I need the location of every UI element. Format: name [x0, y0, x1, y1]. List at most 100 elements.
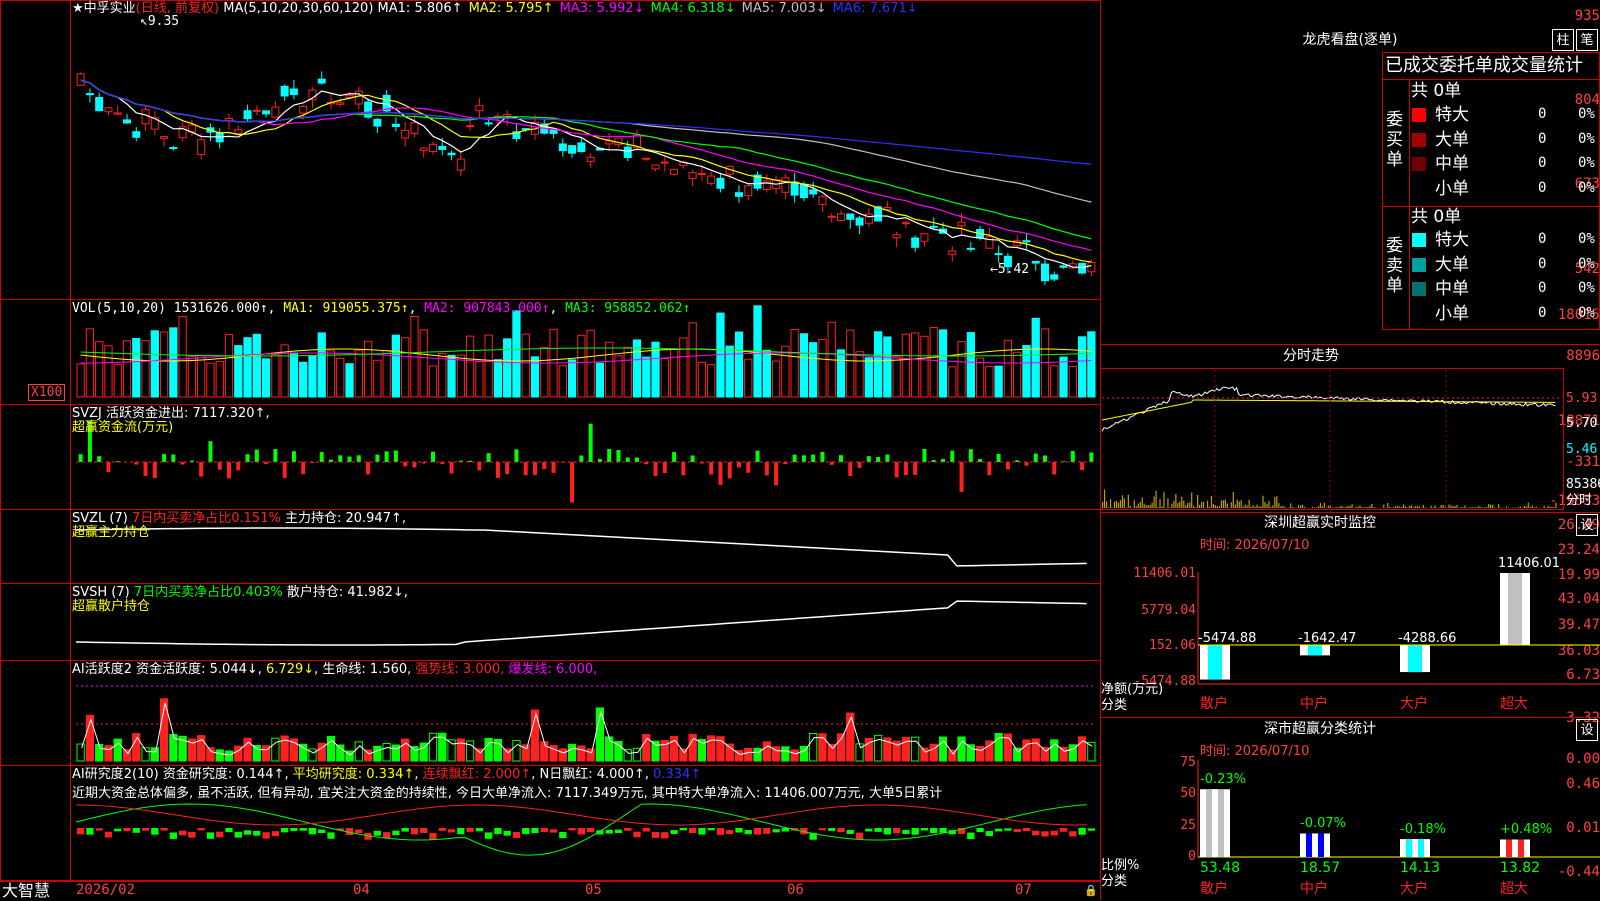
lhb-title: 龙虎看盘(逐单) [1100, 33, 1600, 48]
order-count: 0 [1538, 306, 1546, 321]
lock-icon[interactable]: 🔒 [1084, 883, 1098, 898]
order-color-swatch [1412, 258, 1426, 272]
buy-orders-label: 委买单 [1386, 110, 1404, 170]
fenshi-frame[interactable] [1100, 368, 1564, 510]
order-count: 0 [1538, 107, 1546, 122]
svzj-sub: 超赢资金流(万元) [72, 420, 173, 435]
monitor-axis-0: 11406.01 [1120, 566, 1196, 581]
class-category: 散户 [1200, 882, 1228, 897]
sell-total: 共 0单 [1411, 207, 1461, 227]
ai1-lifeline: 生命线: 1.560, [322, 662, 411, 677]
fenshi-title: 分时走势 [1100, 349, 1522, 364]
class-axis-1: 50 [1160, 786, 1196, 801]
lhb-header-line [1382, 79, 1600, 80]
svsh-header: SVSH (7) 7日内买卖净占比0.403% 散户持仓: 41.982↓, [72, 585, 408, 600]
fenshi-axis-top: 5.93 [1566, 391, 1597, 406]
class-ylabel: 比例% [1101, 858, 1139, 873]
order-color-swatch [1412, 233, 1426, 247]
svzl-header: SVZL (7) 7日内买卖净占比0.151% 主力持仓: 20.947↑, [72, 511, 406, 526]
class-value: 13.82 [1500, 861, 1540, 876]
volume-bars [77, 306, 1095, 397]
ai1-burst: 爆发线: 6.000, [508, 662, 597, 677]
date-apr: 04 [353, 883, 370, 898]
ma-line [81, 80, 1092, 202]
order-color-swatch [1412, 133, 1426, 147]
monitor-bar [1500, 573, 1530, 645]
retail-hold-line [76, 601, 1087, 645]
class-bar [1300, 833, 1330, 857]
svsh-ratio: 7日内买卖净占比0.403% [134, 585, 283, 600]
order-color-swatch [1412, 157, 1426, 171]
vol-value: 1531626.000↑ [174, 301, 268, 316]
vol-ma1: MA1: 919055.375↑ [283, 301, 408, 316]
chart-canvas [0, 0, 1101, 900]
order-pct: 0% [1578, 281, 1595, 296]
monitor-ylabel: 净额(万元) [1101, 682, 1163, 697]
order-type-label: 特大 [1435, 229, 1469, 251]
order-count: 0 [1538, 156, 1546, 171]
monitor-settings-button[interactable]: 设 [1576, 514, 1598, 536]
monitor-category: 散户 [1200, 697, 1228, 712]
order-type-label: 小单 [1435, 303, 1469, 325]
class-axis-2: 25 [1160, 818, 1196, 833]
order-color-swatch [1412, 108, 1426, 122]
ai1-strong: 强势线: 3.000, [415, 662, 504, 677]
class-settings-button[interactable]: 设 [1576, 719, 1598, 741]
order-pct: 0% [1578, 107, 1595, 122]
monitor-top-line [1100, 512, 1600, 513]
monitor-xlabel: 分类 [1101, 698, 1127, 713]
monitor-axis-1: 5779.04 [1120, 603, 1196, 618]
order-type-label: 特大 [1435, 104, 1469, 126]
ai2-axis-bot: -0.44 [1534, 864, 1600, 880]
order-pct: 0% [1578, 232, 1595, 247]
research-bars [77, 828, 1095, 840]
ai2-axis-top: 0.46 [1534, 776, 1600, 792]
ma-line [81, 80, 1092, 250]
order-count: 0 [1538, 232, 1546, 247]
brand-label: 大智慧 [2, 882, 50, 900]
ai2-research: 资金研究度: 0.144↑ [163, 767, 285, 782]
svsh-sub: 超赢散户持仓 [72, 599, 150, 614]
class-change: -0.07% [1300, 816, 1346, 831]
monitor-time: 时间: 2026/07/10 [1200, 538, 1309, 553]
ai2-comment: 近期大资金总体偏多, 虽不活跃, 但有异动, 宜关注大资金的持续性, 今日大单净… [72, 786, 1100, 801]
order-pct: 0% [1578, 156, 1595, 171]
high-marker: ↖9.35 [140, 14, 179, 29]
vol-unit[interactable]: X100 [28, 384, 65, 401]
monitor-bar [1300, 645, 1330, 655]
order-type-label: 中单 [1435, 153, 1469, 175]
order-count: 0 [1538, 181, 1546, 196]
order-count: 0 [1538, 132, 1546, 147]
ma-label: MA(5,10,20,30,60,120) [223, 1, 373, 16]
bar-mode-button[interactable]: 柱 [1552, 29, 1574, 51]
order-type-label: 小单 [1435, 178, 1469, 200]
ma-item-1: MA1: 5.806↑ [378, 1, 463, 16]
main-hold-line [76, 528, 1087, 566]
class-change: +0.48% [1500, 822, 1552, 837]
avg-research-line [76, 805, 1087, 825]
ma-item-3: MA3: 5.992↓ [560, 1, 645, 16]
class-change: -0.18% [1400, 822, 1446, 837]
stroke-mode-button[interactable]: 笔 [1576, 29, 1598, 51]
class-title: 深市超赢分类统计 [1100, 722, 1540, 737]
order-pct: 0% [1578, 181, 1595, 196]
svsh-axis-top: 43.04 [1534, 591, 1600, 607]
buy-total: 共 0单 [1411, 81, 1461, 101]
ai1-second: 6.729↓ [266, 662, 314, 677]
monitor-value: -1642.47 [1298, 631, 1356, 646]
ma-line [81, 80, 1092, 262]
class-value: 53.48 [1200, 861, 1240, 876]
ai1-activity: 资金活跃度: 5.044↓ [136, 662, 258, 677]
monitor-bar [1400, 645, 1430, 672]
ai2-avg: 平均研究度: 0.334↑ [293, 767, 415, 782]
monitor-bar [1200, 645, 1230, 680]
class-category: 超大 [1500, 882, 1528, 897]
ai2-consecutive: 连续飘红: 2.000↑ [423, 767, 532, 782]
kline-header: ★中孚实业(日线, 前复权) MA(5,10,20,30,60,120) MA1… [72, 1, 924, 16]
ai1-axis-top: 6.73 [1534, 667, 1600, 683]
date-jul: 07 [1015, 883, 1032, 898]
class-bar [1400, 839, 1430, 857]
vol-axis-mid: 8896 [1534, 348, 1600, 364]
vol-label: VOL(5,10,20) [72, 301, 166, 316]
class-axis-0: 75 [1160, 755, 1196, 770]
